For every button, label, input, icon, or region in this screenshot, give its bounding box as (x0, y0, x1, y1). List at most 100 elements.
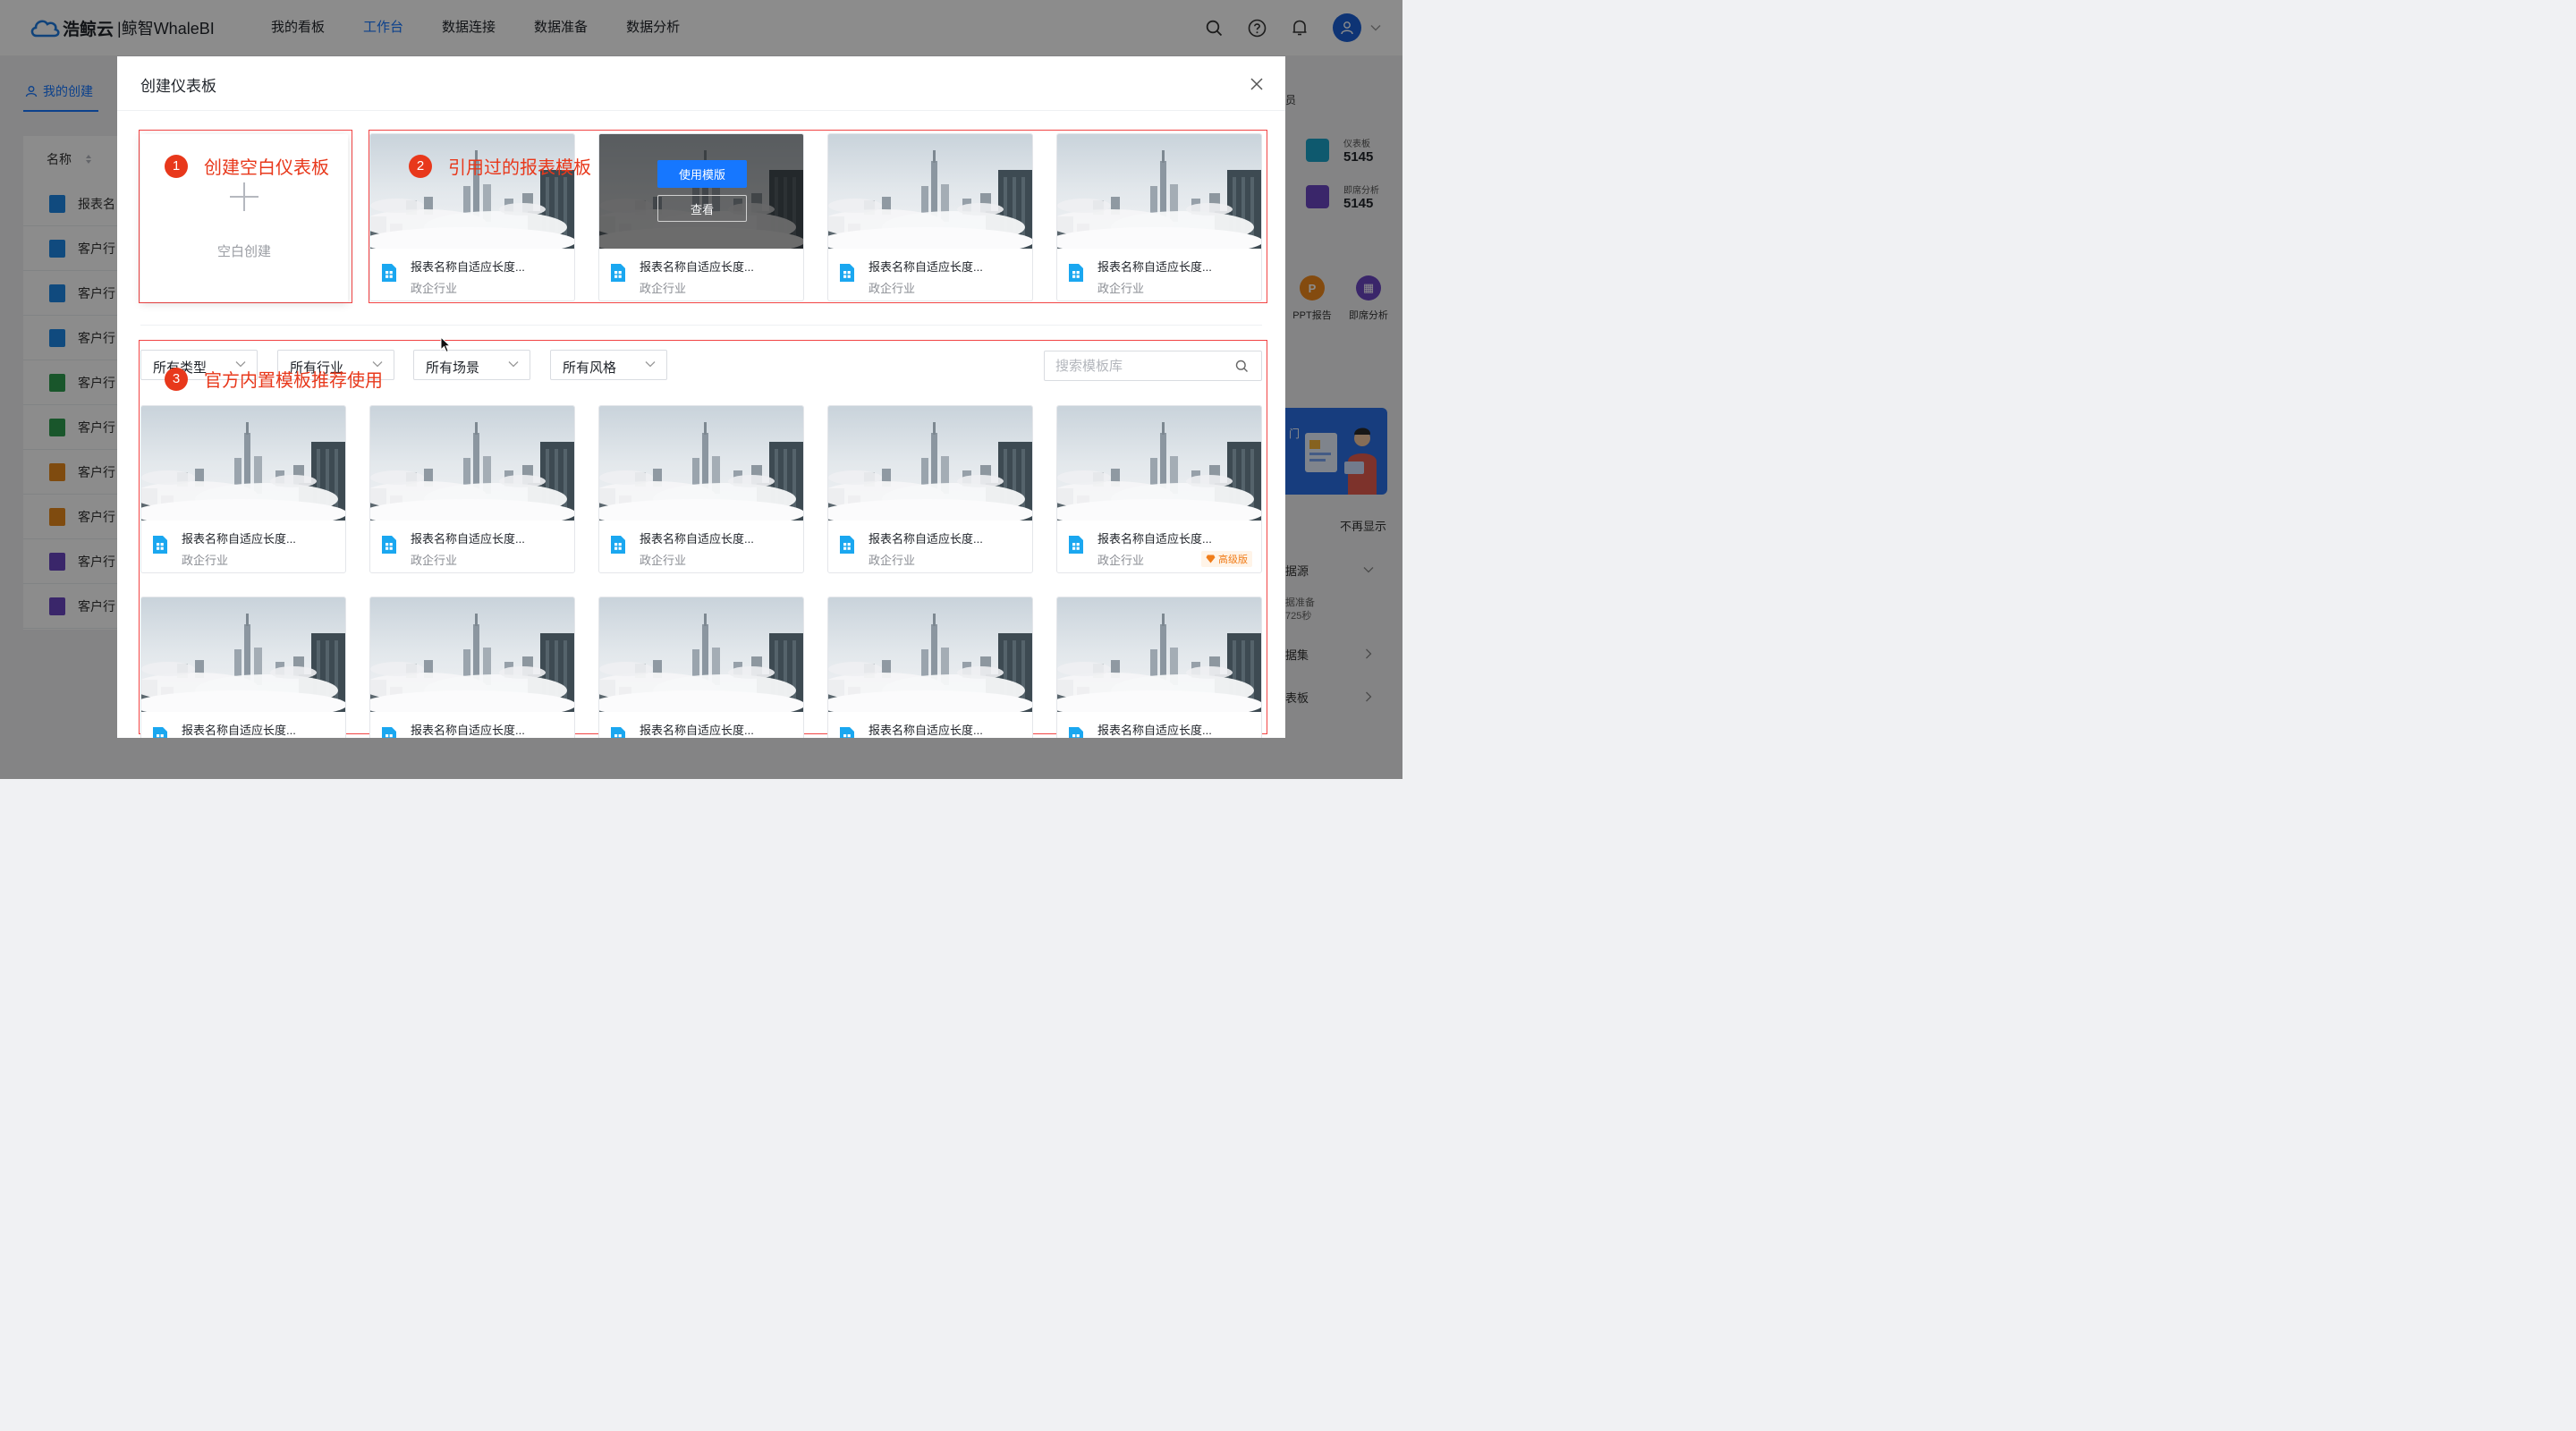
template-name: 报表名称自适应长度... (869, 724, 983, 737)
template-card[interactable]: 使用模版查看报表名称自适应长度... 政企行业 (598, 133, 804, 301)
template-industry: 政企行业 (182, 554, 229, 567)
modal-title: 创建仪表板 (140, 78, 216, 95)
template-doc-icon (611, 727, 625, 738)
template-card[interactable]: 报表名称自适应长度... (1056, 597, 1262, 738)
premium-badge: 高级版 (1201, 551, 1252, 567)
template-doc-icon (382, 264, 396, 282)
template-thumbnail (141, 406, 345, 521)
template-info: 报表名称自适应长度... (1057, 712, 1261, 738)
filter-style[interactable]: 所有风格 (550, 350, 667, 380)
template-name: 报表名称自适应长度... (182, 724, 296, 737)
filter-style-value: 所有风格 (563, 360, 617, 376)
annotation-text: 引用过的报表模板 (448, 158, 591, 178)
template-card[interactable]: 报表名称自适应长度... (369, 597, 575, 738)
search-icon[interactable] (1235, 360, 1249, 373)
template-card[interactable]: 报表名称自适应长度... 政企行业 (369, 405, 575, 573)
template-info: 报表名称自适应长度... (599, 712, 803, 738)
template-doc-icon (382, 727, 396, 738)
view-template-button[interactable]: 查看 (657, 195, 747, 222)
annotation-number: 1 (165, 154, 188, 178)
template-industry: 政企行业 (411, 282, 458, 295)
template-doc-icon (840, 727, 854, 738)
template-name: 报表名称自适应长度... (1097, 724, 1212, 737)
template-doc-icon (1069, 727, 1083, 738)
annotation-2: 2 引用过的报表模板 (409, 153, 591, 179)
use-template-button[interactable]: 使用模版 (657, 160, 747, 188)
template-industry: 政企行业 (640, 554, 687, 567)
close-icon[interactable] (1248, 75, 1266, 93)
template-card[interactable]: 报表名称自适应长度... (598, 597, 804, 738)
template-info: 报表名称自适应长度... 政企行业 (599, 249, 803, 301)
diamond-icon (1206, 555, 1216, 563)
template-industry: 政企行业 (411, 554, 458, 567)
template-info: 报表名称自适应长度... 政企行业 (1057, 249, 1261, 301)
template-card[interactable]: 报表名称自适应长度... 政企行业 (827, 405, 1033, 573)
template-card[interactable]: 报表名称自适应长度... (827, 597, 1033, 738)
mouse-cursor-icon (440, 336, 451, 353)
annotation-number: 3 (165, 367, 188, 391)
template-name: 报表名称自适应长度... (1097, 260, 1212, 274)
template-name: 报表名称自适应长度... (182, 532, 296, 546)
template-info: 报表名称自适应长度... 政企行业 高级版 (1057, 521, 1261, 572)
template-name: 报表名称自适应长度... (1097, 532, 1212, 546)
template-industry: 政企行业 (869, 282, 916, 295)
template-industry: 政企行业 (869, 554, 916, 567)
template-name: 报表名称自适应长度... (869, 532, 983, 546)
template-card[interactable]: 报表名称自适应长度... 政企行业 (598, 405, 804, 573)
template-doc-icon (1069, 264, 1083, 282)
template-info: 报表名称自适应长度... (141, 712, 345, 738)
template-doc-icon (153, 727, 167, 738)
premium-badge-label: 高级版 (1218, 555, 1248, 565)
template-thumbnail (828, 406, 1032, 521)
chevron-down-icon (508, 361, 519, 368)
annotation-1: 1 创建空白仪表板 (165, 153, 329, 179)
template-info: 报表名称自适应长度... 政企行业 (828, 521, 1032, 572)
template-card[interactable]: 报表名称自适应长度... (140, 597, 346, 738)
template-thumbnail (370, 134, 574, 249)
plus-icon (230, 182, 258, 211)
search-input[interactable] (1055, 357, 1225, 375)
template-name: 报表名称自适应长度... (411, 260, 525, 274)
annotation-3: 3 官方内置模板推荐使用 (165, 366, 383, 392)
template-thumbnail (828, 134, 1032, 249)
template-info: 报表名称自适应长度... (828, 712, 1032, 738)
template-name: 报表名称自适应长度... (869, 260, 983, 274)
template-name: 报表名称自适应长度... (411, 724, 525, 737)
template-info: 报表名称自适应长度... 政企行业 (370, 521, 574, 572)
template-doc-icon (382, 536, 396, 554)
template-doc-icon (1069, 536, 1083, 554)
template-card[interactable]: 报表名称自适应长度... 政企行业 高级版 (1056, 405, 1262, 573)
template-thumbnail (599, 597, 803, 712)
template-info: 报表名称自适应长度... 政企行业 (599, 521, 803, 572)
chevron-down-icon (645, 361, 656, 368)
template-thumbnail (141, 597, 345, 712)
template-card[interactable]: 报表名称自适应长度... 政企行业 (1056, 133, 1262, 301)
template-card[interactable]: 报表名称自适应长度... 政企行业 (827, 133, 1033, 301)
template-thumbnail (370, 597, 574, 712)
template-thumbnail (599, 406, 803, 521)
create-dashboard-modal: 创建仪表板 空白创建 1 创建空白仪表板 报表名称自适应长度... 政企行业 使用模… (117, 56, 1285, 738)
annotation-text: 官方内置模板推荐使用 (204, 371, 383, 391)
template-name: 报表名称自适应长度... (640, 724, 754, 737)
template-info: 报表名称自适应长度... 政企行业 (828, 249, 1032, 301)
template-search[interactable] (1044, 351, 1262, 381)
annotation-number: 2 (409, 154, 432, 178)
template-name: 报表名称自适应长度... (411, 532, 525, 546)
modal-header: 创建仪表板 (117, 56, 1285, 111)
filter-scene-value: 所有场景 (426, 360, 480, 376)
hover-mask (599, 134, 803, 249)
template-industry: 政企行业 (640, 282, 687, 295)
template-name: 报表名称自适应长度... (640, 260, 754, 274)
template-thumbnail (370, 406, 574, 521)
section-divider (140, 325, 1262, 326)
template-info: 报表名称自适应长度... 政企行业 (370, 249, 574, 301)
filter-scene[interactable]: 所有场景 (413, 350, 530, 380)
template-industry: 政企行业 (1097, 554, 1145, 567)
template-doc-icon (611, 264, 625, 282)
blank-create-label: 空白创建 (216, 244, 271, 259)
template-card[interactable]: 报表名称自适应长度... 政企行业 (140, 405, 346, 573)
template-thumbnail (1057, 597, 1261, 712)
template-doc-icon (840, 536, 854, 554)
template-industry: 政企行业 (1097, 282, 1145, 295)
template-thumbnail (828, 597, 1032, 712)
